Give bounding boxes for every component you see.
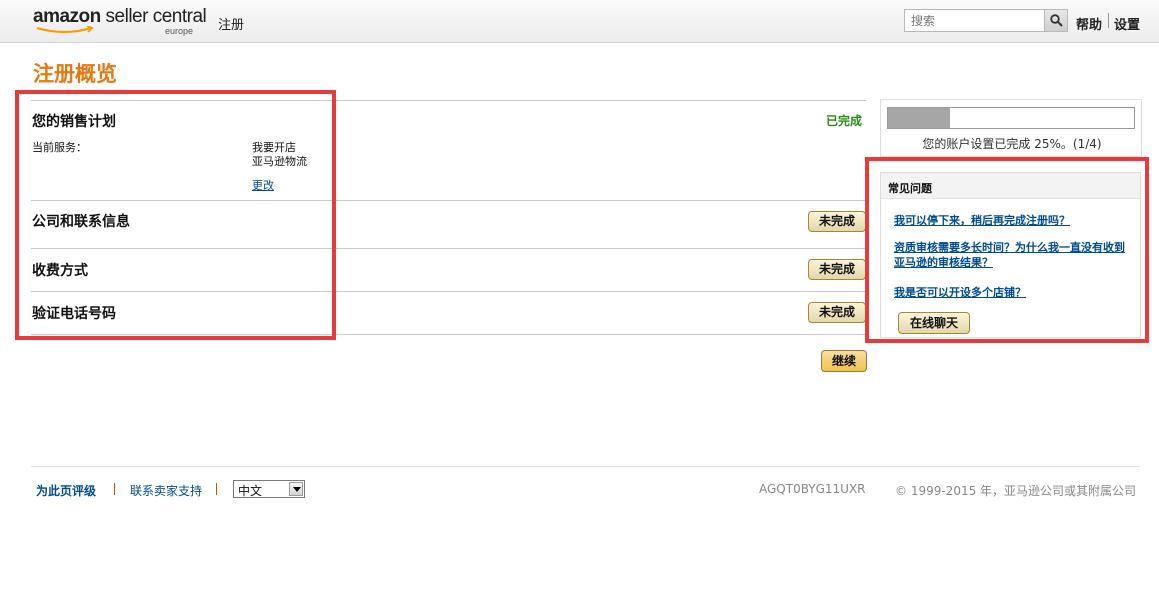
progress-panel: 您的账户设置已完成 25%。(1/4) — [880, 99, 1142, 157]
progress-bar-fill — [888, 108, 950, 128]
amazon-smile-icon — [36, 26, 94, 34]
progress-bar — [887, 107, 1135, 129]
logo-region: europe — [165, 26, 194, 36]
nav-register-link[interactable]: 注册 — [218, 14, 244, 33]
continue-button[interactable]: 继续 — [821, 350, 867, 372]
progress-text: 您的账户设置已完成 25%。(1/4) — [922, 137, 1102, 151]
logo-wordmark: amazon seller central — [33, 6, 207, 27]
highlight-box-left — [15, 90, 336, 340]
session-code: AGQT0BYG11UXR — [759, 482, 866, 496]
help-link[interactable]: 帮助 — [1076, 14, 1102, 33]
top-header: amazon seller central europe 注册 帮助 设置 — [0, 0, 1159, 43]
copyright-text: © 1999-2015 年，亚马逊公司或其附属公司 — [895, 484, 1137, 498]
search-box — [904, 9, 1068, 32]
dropdown-arrow-icon[interactable] — [289, 482, 303, 496]
contact-support-link[interactable]: 联系卖家支持 — [130, 482, 202, 499]
status-completed: 已完成 — [826, 114, 863, 128]
phone-verify-incomplete-button[interactable]: 未完成 — [808, 302, 866, 323]
settings-link[interactable]: 设置 — [1114, 14, 1140, 33]
search-icon — [1050, 14, 1063, 27]
page-title: 注册概览 — [33, 61, 117, 86]
highlight-box-right — [865, 157, 1149, 343]
search-input[interactable] — [905, 10, 1045, 31]
language-selected-value: 中文 — [238, 484, 263, 498]
rate-page-link[interactable]: 为此页评级 — [36, 482, 96, 499]
footer-divider — [31, 466, 1140, 467]
header-divider — [1108, 13, 1109, 28]
footer-separator — [216, 483, 217, 495]
language-select[interactable]: 中文 — [233, 480, 305, 498]
company-contact-incomplete-button[interactable]: 未完成 — [808, 211, 866, 232]
search-button[interactable] — [1044, 10, 1067, 31]
footer-separator — [114, 483, 115, 495]
payment-method-incomplete-button[interactable]: 未完成 — [808, 259, 866, 280]
amazon-seller-central-logo[interactable]: amazon seller central europe — [33, 6, 207, 38]
